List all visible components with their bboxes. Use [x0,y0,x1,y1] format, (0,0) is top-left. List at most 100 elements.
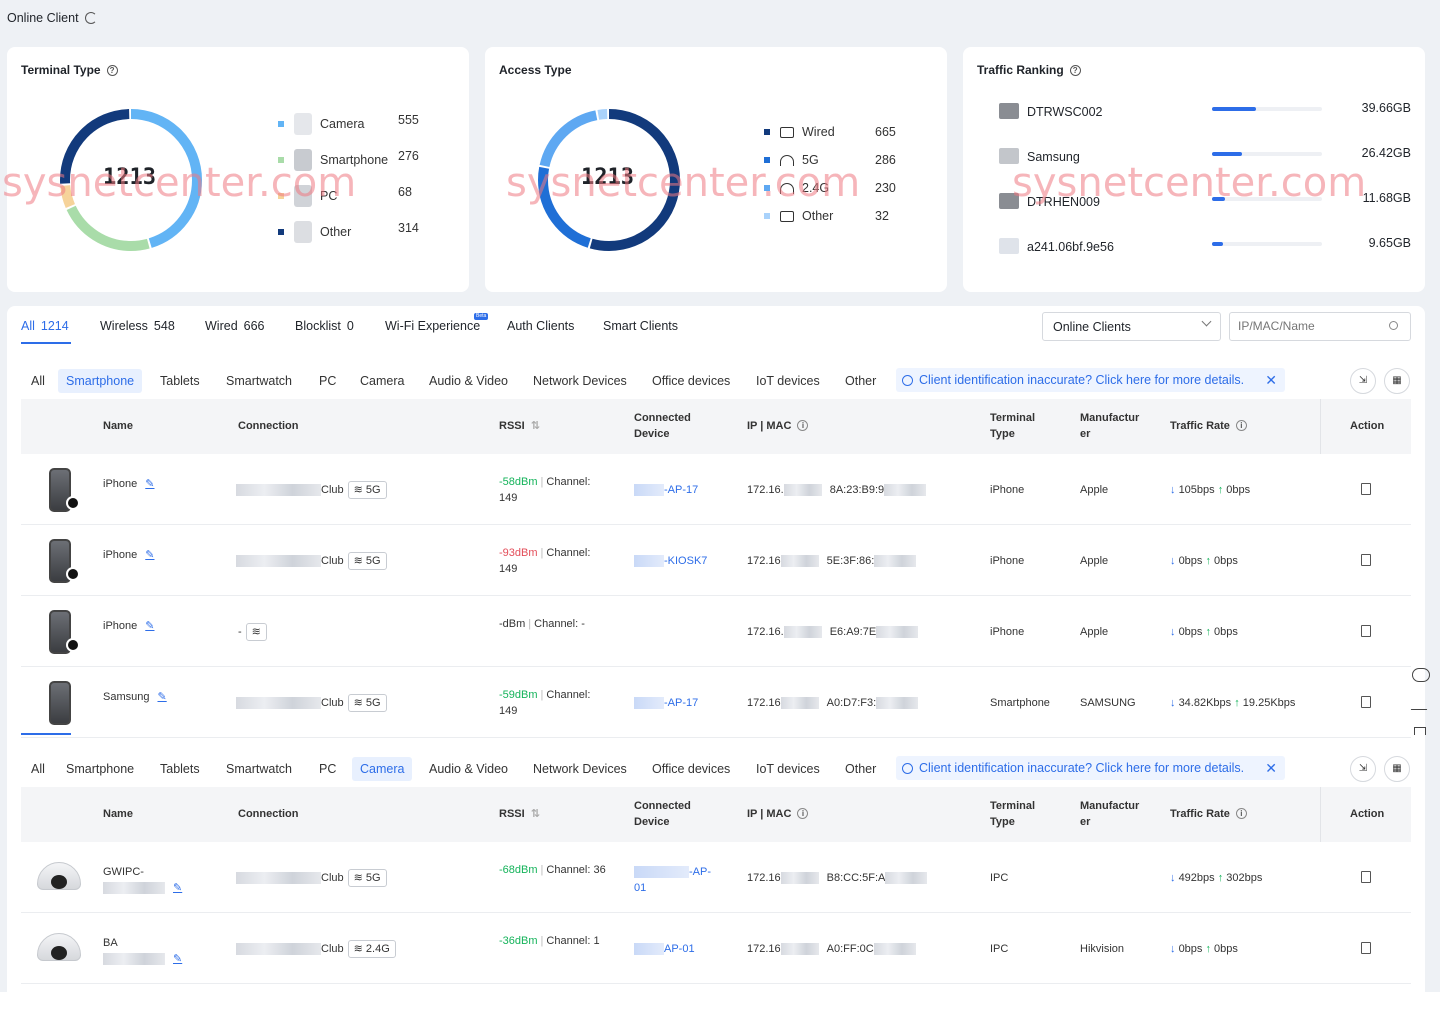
info-icon[interactable]: i [1235,808,1247,819]
subtab-tablets[interactable]: Tablets [152,369,208,393]
details-icon[interactable] [1361,870,1371,883]
help-icon[interactable]: ? [1069,65,1081,76]
subtab-other[interactable]: Other [837,369,884,393]
edit-icon[interactable]: ✎ [173,882,182,894]
ranking-client-name[interactable]: a241.06bf.9e56 [1027,240,1114,254]
legend-item-other[interactable]: Other [764,209,833,223]
legend-item-pc[interactable]: PC [278,185,337,207]
client-filter-select[interactable]: Online Clients [1042,312,1221,341]
subtab-network-devices[interactable]: Network Devices [525,369,635,393]
tab-wifi-experience[interactable]: Wi-Fi Experience [385,319,480,333]
client-name[interactable]: GWIPC- ✎ [103,864,182,896]
legend-item-wired[interactable]: Wired [764,125,835,139]
ip-mac: 172.16 5E:3F:86: [747,553,917,569]
arrow-down-icon: ↓ [1170,871,1176,884]
details-icon[interactable] [1361,553,1371,566]
search-icon[interactable] [1389,321,1398,330]
help-icon[interactable]: ? [106,65,118,76]
subtab-audio-video[interactable]: Audio & Video [421,369,516,393]
tab-wireless[interactable]: Wireless 548 [100,319,175,333]
ranking-client-name[interactable]: DTRWSC002 [1027,105,1102,119]
search-box[interactable] [1229,312,1411,341]
client-name[interactable]: iPhone ✎ [103,547,154,563]
tab-wired[interactable]: Wired 666 [205,319,265,333]
sort-icon[interactable]: ⇅ [531,420,540,432]
export-icon[interactable]: ⇲ [1350,368,1376,394]
legend-item-2-4g[interactable]: 2.4G [764,181,829,195]
notice-text[interactable]: Client identification inaccurate? Click … [919,761,1244,775]
column-name: Name [103,420,133,432]
ranking-client-name[interactable]: DTRHEN009 [1027,195,1100,209]
export-icon[interactable]: ⇲ [1350,756,1376,782]
details-icon[interactable] [1361,624,1371,637]
arrow-up-icon: ↑ [1205,942,1211,955]
subtab-smartwatch[interactable]: Smartwatch [218,369,300,393]
column-manufacturer: Manufactur er [1080,412,1140,440]
info-icon[interactable]: i [1235,420,1247,431]
connected-device-link[interactable]: -AP- 01 [634,864,711,896]
tab-blocklist[interactable]: Blocklist 0 [295,319,354,333]
ranking-client-name[interactable]: Samsung [1027,150,1080,164]
edit-icon[interactable]: ✎ [157,691,166,703]
client-name[interactable]: iPhone ✎ [103,476,154,492]
subtab-iot-devices[interactable]: IoT devices [748,757,828,781]
details-icon[interactable] [1361,941,1371,954]
sort-icon[interactable]: ⇅ [531,808,540,820]
connected-device-link[interactable]: -AP-17 [634,695,698,711]
connected-device-link[interactable]: -KIOSK7 [634,553,707,569]
details-icon[interactable] [1361,695,1371,708]
refresh-icon[interactable] [85,12,97,24]
legend-item-5g[interactable]: 5G [764,153,819,167]
edit-icon[interactable]: ✎ [145,549,154,561]
identification-notice[interactable]: Client identification inaccurate? Click … [896,368,1285,392]
legend-item-camera[interactable]: Camera [278,113,364,135]
close-icon[interactable]: ✕ [1265,760,1277,777]
search-input[interactable] [1238,319,1378,333]
identification-notice[interactable]: Client identification inaccurate? Click … [896,756,1285,780]
subtab-all[interactable]: All [23,369,53,393]
close-icon[interactable]: ✕ [1265,372,1277,389]
details-icon[interactable] [1361,482,1371,495]
connected-device-link[interactable]: -AP-17 [634,482,698,498]
subtab-pc[interactable]: PC [311,369,344,393]
tab-smart-clients[interactable]: Smart Clients [603,319,678,333]
tab-all[interactable]: All 1214 [21,319,69,333]
subtab-camera[interactable]: Camera [352,369,412,393]
feedback-icon[interactable] [1410,698,1432,710]
grid-view-icon[interactable]: ▦ [1384,756,1410,782]
subtab-tablets[interactable]: Tablets [152,757,208,781]
subtab-smartphone[interactable]: Smartphone [58,757,142,781]
info-icon[interactable]: i [797,420,809,431]
subtab-office-devices[interactable]: Office devices [644,757,738,781]
subtab-smartwatch[interactable]: Smartwatch [218,757,300,781]
edit-icon[interactable]: ✎ [145,620,154,632]
column-terminal-type: Terminal Type [990,412,1036,440]
subtab-all[interactable]: All [23,757,53,781]
connected-device-link[interactable]: AP-01 [634,941,695,957]
subtab-other[interactable]: Other [837,757,884,781]
subtab-iot-devices[interactable]: IoT devices [748,369,828,393]
notice-text[interactable]: Client identification inaccurate? Click … [919,373,1244,387]
terminal-type: Smartphone [990,696,1050,709]
client-name[interactable]: iPhone ✎ [103,618,154,634]
chat-icon[interactable] [1412,668,1430,682]
subtab-network-devices[interactable]: Network Devices [525,757,635,781]
legend-item-smartphone[interactable]: Smartphone [278,149,388,171]
subtab-camera[interactable]: Camera [352,757,413,781]
client-name[interactable]: BA ✎ [103,935,182,967]
subtab-pc[interactable]: PC [311,757,344,781]
grid-view-icon[interactable]: ▦ [1384,368,1410,394]
edit-icon[interactable]: ✎ [173,953,182,965]
subtab-office-devices[interactable]: Office devices [644,369,738,393]
edit-icon[interactable]: ✎ [145,478,154,490]
ranking-bar [1212,197,1322,201]
subtab-smartphone[interactable]: Smartphone [58,369,143,393]
client-name[interactable]: Samsung ✎ [103,689,167,705]
info-icon[interactable]: i [797,808,809,819]
legend-item-other[interactable]: Other [278,221,351,243]
subtab-audio-video[interactable]: Audio & Video [421,757,516,781]
tab-auth-clients[interactable]: Auth Clients [507,319,574,333]
clipboard-icon[interactable] [1414,727,1426,735]
active-tab-indicator [21,342,71,344]
terminal-type: IPC [990,871,1009,884]
